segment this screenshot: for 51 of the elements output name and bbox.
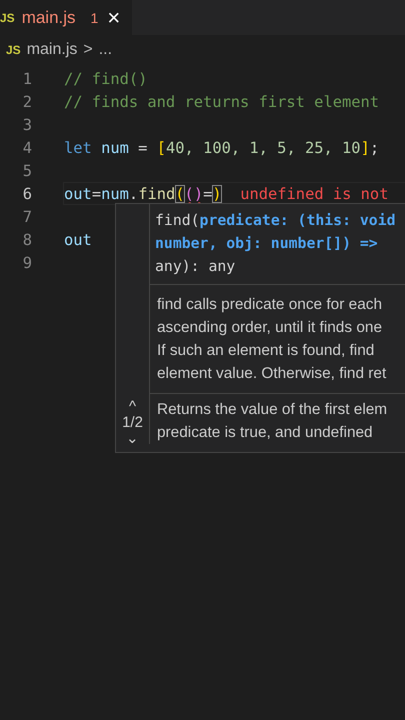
line-number: 1 <box>22 70 32 88</box>
code-token: = <box>92 184 102 202</box>
code-token: // finds and returns first element <box>64 92 380 110</box>
line-number: 3 <box>22 116 32 134</box>
description-text: If such an element is found, find <box>157 341 376 361</box>
code-token: find <box>138 184 176 202</box>
line-number: 2 <box>22 92 32 110</box>
js-file-icon: JS <box>6 43 21 57</box>
signature-text: any): any <box>155 257 236 277</box>
code-token: ) <box>212 184 222 202</box>
js-file-icon: JS <box>0 10 15 24</box>
returns-text: predicate is true, and undefined <box>157 423 374 443</box>
code-token: ( <box>184 184 194 202</box>
code-token: ; <box>370 138 380 156</box>
code-token: . <box>128 184 138 202</box>
overload-counter: 1/2 <box>122 414 143 432</box>
breadcrumb-item[interactable]: ... <box>98 41 112 59</box>
code-token: = <box>203 184 212 202</box>
description-text: find calls predicate once for each <box>157 295 384 315</box>
signature-text: find( <box>155 211 200 231</box>
code-token: = <box>137 138 148 156</box>
line-number: 4 <box>22 138 32 156</box>
chevron-up-icon[interactable]: ^ <box>128 400 136 414</box>
code-token: ) <box>194 184 204 202</box>
code-token: ( <box>175 184 185 202</box>
line-number: 7 <box>22 208 32 226</box>
problem-count: 1 <box>90 10 98 26</box>
error-message: undefined is not <box>240 184 388 202</box>
code-token: [ <box>156 138 166 156</box>
close-button[interactable]: × <box>105 6 122 28</box>
breadcrumb-item[interactable]: main.js <box>26 41 78 59</box>
code-token: // find() <box>64 70 148 88</box>
signature-text: number, obj: number[]) => <box>155 234 378 254</box>
signature-text: predicate: (this: void <box>200 211 396 231</box>
code-token: let <box>64 138 92 156</box>
chevron-icon: > <box>83 41 93 59</box>
code-token: num <box>100 138 129 156</box>
line-number: 5 <box>22 162 32 180</box>
code-token: ] <box>360 138 370 156</box>
code-token: num <box>101 184 129 202</box>
line-number: 8 <box>22 230 32 248</box>
code-token: out <box>64 230 92 248</box>
description-text: element value. Otherwise, find ret <box>157 364 388 384</box>
chevron-down-icon[interactable]: ⌄ <box>126 432 139 446</box>
line-number: 6 <box>22 184 32 202</box>
editor-tab[interactable]: JS main.js 1 × <box>0 0 132 35</box>
line-number: 9 <box>22 254 32 272</box>
code-token: out <box>64 184 92 202</box>
code-token: 40, 100, 1, 5, 25, 10 <box>166 138 361 156</box>
returns-text: Returns the value of the first elem <box>157 400 388 420</box>
description-text: ascending order, until it finds one <box>157 318 384 338</box>
